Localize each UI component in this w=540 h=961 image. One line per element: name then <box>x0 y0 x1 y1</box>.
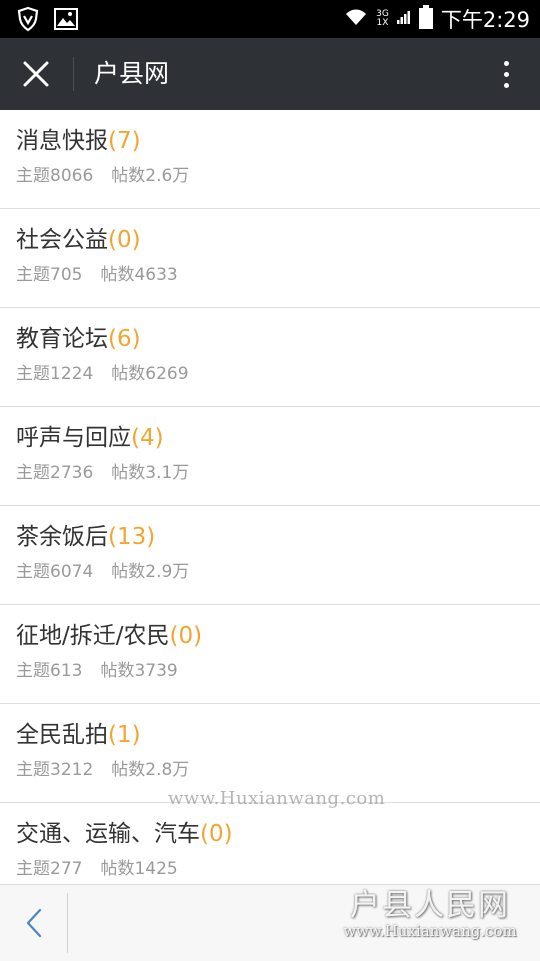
forum-topics: 主题613 <box>16 661 83 681</box>
forum-posts: 帖数2.6万 <box>111 166 190 186</box>
forum-name: 消息快报 <box>16 128 108 154</box>
forum-stats: 主题6074 帖数2.9万 <box>16 559 189 585</box>
forum-item[interactable]: 消息快报(7) 主题8066 帖数2.6万 <box>0 110 540 209</box>
forum-posts: 帖数4633 <box>100 265 178 285</box>
forum-stats: 主题705 帖数4633 <box>16 262 178 288</box>
forum-new-count: (0) <box>169 623 203 649</box>
forum-stats: 主题277 帖数1425 <box>16 856 178 882</box>
forum-topics: 主题3212 <box>16 760 94 780</box>
forum-item[interactable]: 社会公益(0) 主题705 帖数4633 <box>0 209 540 308</box>
close-button[interactable] <box>14 52 58 96</box>
watermark-logo: 户县人民网 www.Huxianwang.com <box>330 880 530 940</box>
forum-new-count: (0) <box>108 227 141 253</box>
close-icon <box>23 61 49 87</box>
forum-name: 教育论坛 <box>16 326 108 352</box>
watermark-logo-url: www.Huxianwang.com <box>343 922 517 940</box>
forum-new-count: (4) <box>131 425 164 451</box>
forum-stats: 主题613 帖数3739 <box>16 658 178 684</box>
forum-list: 消息快报(7) 主题8066 帖数2.6万 社会公益(0) 主题705 帖数4633… <box>0 110 540 902</box>
network-type-1x: 1X <box>376 18 389 28</box>
notification-icons <box>16 6 78 36</box>
status-bar: 3G 1X 下午2:29 <box>0 0 540 38</box>
forum-topics: 主题6074 <box>16 562 94 582</box>
back-button[interactable] <box>14 901 54 945</box>
forum-title: 征地/拆迁/农民(0) <box>16 619 202 653</box>
forum-topics: 主题2736 <box>16 463 94 483</box>
forum-name: 交通、运输、汽车 <box>16 821 200 847</box>
forum-name: 呼声与回应 <box>16 425 131 451</box>
more-vertical-icon-dot <box>503 71 509 77</box>
forum-posts: 帖数6269 <box>111 364 189 384</box>
forum-new-count: (1) <box>108 722 141 748</box>
network-type: 3G 1X <box>376 10 389 28</box>
shield-notification-icon <box>16 6 40 36</box>
forum-posts: 帖数2.8万 <box>111 760 190 780</box>
forum-stats: 主题2736 帖数3.1万 <box>16 460 189 486</box>
forum-new-count: (13) <box>108 524 156 550</box>
forum-posts: 帖数1425 <box>100 859 178 879</box>
forum-name: 社会公益 <box>16 227 108 253</box>
image-notification-icon <box>54 8 78 34</box>
chevron-left-icon <box>26 908 42 938</box>
forum-topics: 主题8066 <box>16 166 94 186</box>
forum-posts: 帖数3739 <box>100 661 178 681</box>
forum-new-count: (7) <box>108 128 141 154</box>
forum-title: 社会公益(0) <box>16 223 141 257</box>
more-options-button[interactable] <box>496 56 516 92</box>
forum-stats: 主题3212 帖数2.8万 <box>16 757 189 783</box>
wifi-icon <box>344 8 368 30</box>
bottom-toolbar-divider <box>67 893 68 953</box>
forum-title: 交通、运输、汽车(0) <box>16 817 233 851</box>
more-vertical-icon-dot <box>503 82 509 88</box>
forum-title: 消息快报(7) <box>16 124 141 158</box>
signal-icon <box>396 6 411 32</box>
app-bar-divider <box>73 57 74 91</box>
clock: 下午2:29 <box>440 8 530 32</box>
page-title: 户县网 <box>94 59 170 88</box>
forum-name: 全民乱拍 <box>16 722 108 748</box>
forum-title: 教育论坛(6) <box>16 322 141 356</box>
forum-topics: 主题277 <box>16 859 83 879</box>
forum-topics: 主题1224 <box>16 364 94 384</box>
forum-item[interactable]: 征地/拆迁/农民(0) 主题613 帖数3739 <box>0 605 540 704</box>
forum-title: 茶余饭后(13) <box>16 520 155 554</box>
forum-new-count: (6) <box>108 326 141 352</box>
forum-title: 全民乱拍(1) <box>16 718 141 752</box>
watermark-logo-text: 户县人民网 <box>350 888 510 923</box>
forum-posts: 帖数2.9万 <box>111 562 190 582</box>
app-bar: 户县网 <box>0 38 540 110</box>
system-status: 3G 1X 下午2:29 <box>344 0 530 38</box>
forum-title: 呼声与回应(4) <box>16 421 164 455</box>
forum-posts: 帖数3.1万 <box>111 463 190 483</box>
forum-item[interactable]: 茶余饭后(13) 主题6074 帖数2.9万 <box>0 506 540 605</box>
forum-new-count: (0) <box>200 821 233 847</box>
forum-stats: 主题1224 帖数6269 <box>16 361 189 387</box>
forum-item[interactable]: 呼声与回应(4) 主题2736 帖数3.1万 <box>0 407 540 506</box>
forum-name: 茶余饭后 <box>16 524 108 550</box>
forum-stats: 主题8066 帖数2.6万 <box>16 163 189 189</box>
watermark-url: www.Huxianwang.com <box>168 788 386 809</box>
forum-topics: 主题705 <box>16 265 83 285</box>
forum-item[interactable]: 教育论坛(6) 主题1224 帖数6269 <box>0 308 540 407</box>
battery-icon <box>418 5 433 33</box>
forum-name: 征地/拆迁/农民 <box>16 623 170 649</box>
more-vertical-icon-dot <box>503 60 509 66</box>
